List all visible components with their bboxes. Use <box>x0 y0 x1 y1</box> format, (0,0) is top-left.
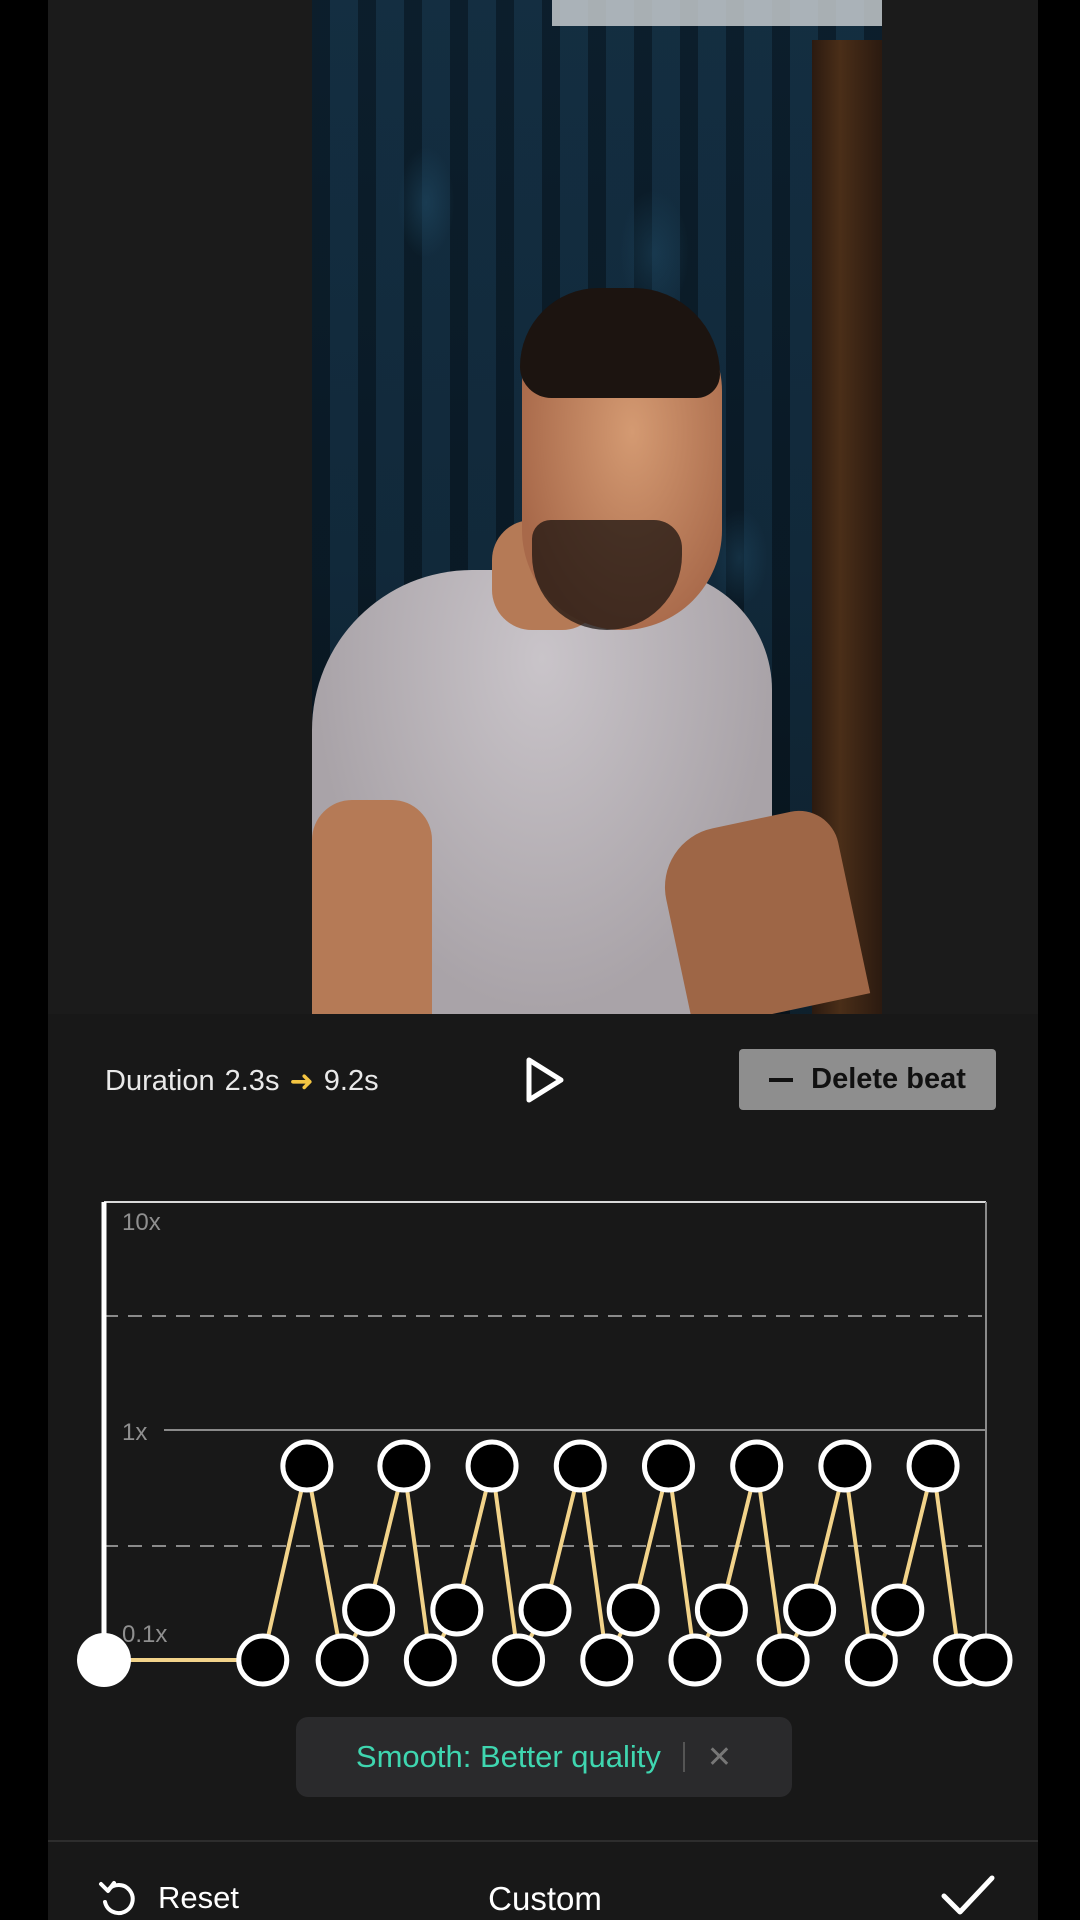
y-label-1x: 1x <box>122 1419 147 1446</box>
beat-point[interactable] <box>403 1633 457 1687</box>
beat-point[interactable] <box>783 1583 837 1637</box>
delete-beat-button[interactable]: Delete beat <box>739 1049 996 1110</box>
beat-point[interactable] <box>818 1439 872 1493</box>
beat-point[interactable] <box>871 1583 925 1637</box>
minus-icon <box>769 1077 794 1082</box>
duration-label: Duration <box>105 1064 215 1097</box>
close-icon[interactable]: ✕ <box>707 1740 732 1775</box>
confirm-button[interactable] <box>938 1872 998 1920</box>
beat-point[interactable] <box>492 1633 546 1687</box>
beat-point[interactable] <box>730 1439 784 1493</box>
beat-point[interactable] <box>668 1633 722 1687</box>
beat-points[interactable] <box>236 1439 1013 1687</box>
mode-title: Custom <box>488 1880 602 1917</box>
duration-from: 2.3s <box>224 1064 280 1097</box>
beat-point[interactable] <box>377 1439 431 1493</box>
reset-label: Reset <box>158 1880 239 1915</box>
beat-point[interactable] <box>606 1583 660 1637</box>
beat-point[interactable] <box>906 1439 960 1493</box>
duration-to: 9.2s <box>323 1064 379 1097</box>
speed-curve-graph[interactable]: 10x 1x 0.1x <box>60 1190 1020 1710</box>
play-button[interactable] <box>520 1052 570 1108</box>
beat-point[interactable] <box>342 1583 396 1637</box>
video-preview[interactable] <box>312 0 882 1014</box>
beat-point[interactable] <box>315 1633 369 1687</box>
bottom-divider <box>48 1840 1038 1842</box>
beat-point[interactable] <box>518 1583 572 1637</box>
beat-point[interactable] <box>280 1439 334 1493</box>
beat-point[interactable] <box>580 1633 634 1687</box>
y-label-10x: 10x <box>122 1209 161 1236</box>
speed-curve-editor-screen: Duration 2.3s ➜ 9.2s Delete beat 10x 1x … <box>0 0 1080 1920</box>
play-icon <box>526 1057 564 1103</box>
chip-separator <box>682 1742 685 1772</box>
smooth-quality-label: Smooth: Better quality <box>355 1739 661 1774</box>
beat-point[interactable] <box>844 1633 898 1687</box>
beat-point[interactable] <box>959 1633 1013 1687</box>
duration-readout: Duration 2.3s ➜ 9.2s <box>105 1064 379 1098</box>
person-arm <box>312 800 432 1014</box>
y-label-0-1x: 0.1x <box>122 1621 167 1648</box>
reset-button[interactable]: Reset <box>98 1876 239 1920</box>
beat-point[interactable] <box>756 1633 810 1687</box>
reset-icon <box>99 1881 135 1916</box>
arrow-right-icon: ➜ <box>289 1065 314 1098</box>
beat-point[interactable] <box>465 1439 519 1493</box>
beat-point[interactable] <box>430 1583 484 1637</box>
beat-point[interactable] <box>641 1439 695 1493</box>
smooth-quality-chip[interactable]: Smooth: Better quality ✕ <box>296 1717 792 1797</box>
checkmark-icon <box>941 1875 995 1915</box>
delete-beat-label: Delete beat <box>811 1063 966 1095</box>
beat-point[interactable] <box>236 1633 290 1687</box>
beat-point[interactable] <box>553 1439 607 1493</box>
curtain-rail <box>552 0 882 26</box>
playhead-handle[interactable] <box>77 1633 131 1687</box>
beat-point[interactable] <box>694 1583 748 1637</box>
preview-stage <box>48 0 1038 1014</box>
